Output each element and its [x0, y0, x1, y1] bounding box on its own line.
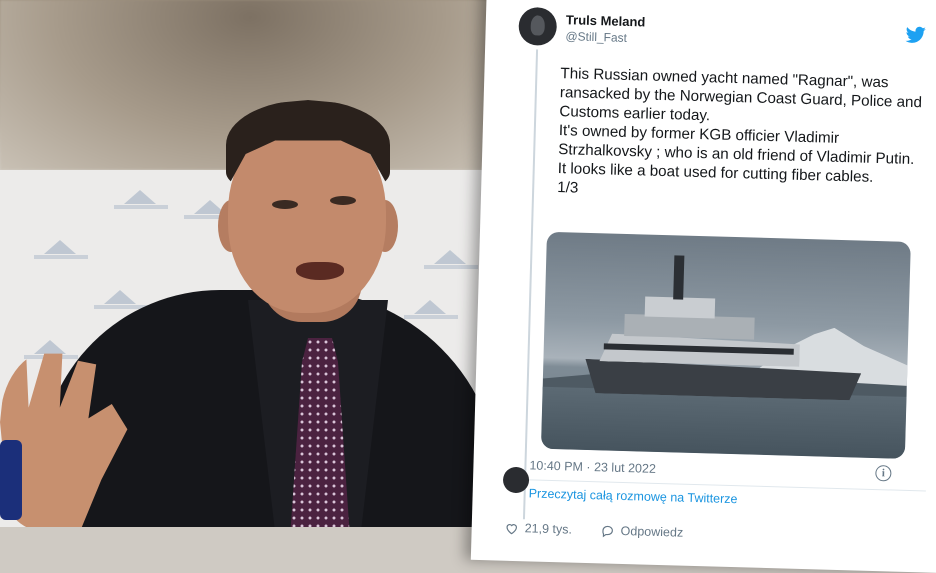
reply-icon: [602, 525, 613, 537]
press-photo: [0, 0, 500, 527]
banner-logo: [30, 240, 92, 260]
heart-icon: [506, 523, 517, 534]
tweet-paragraph: This Russian owned yacht named "Ragnar",…: [559, 65, 923, 125]
yacht-mast: [673, 255, 685, 300]
author-name[interactable]: Truls Meland: [566, 12, 646, 29]
man-eye: [330, 196, 356, 205]
reply-button[interactable]: Odpowiedz: [600, 523, 684, 540]
yacht-deck: [624, 313, 755, 340]
read-conversation-link[interactable]: Przeczytaj całą rozmowę na Twitterze: [528, 486, 737, 506]
banner-logo: [110, 190, 172, 210]
tweet-actions: 21,9 tys. Odpowiedz: [504, 521, 904, 552]
tweet-text: This Russian owned yacht named "Ragnar",…: [557, 64, 933, 207]
like-button[interactable]: 21,9 tys.: [505, 521, 573, 537]
microphone: [0, 440, 22, 520]
info-icon[interactable]: i: [875, 465, 892, 482]
sea: [540, 386, 907, 459]
author-handle[interactable]: @Still_Fast: [565, 29, 627, 45]
author-avatar[interactable]: [518, 6, 558, 46]
twitter-bird-icon[interactable]: [905, 26, 926, 45]
yacht-photo[interactable]: [540, 231, 911, 459]
man-eye: [272, 200, 298, 209]
man-mouth: [296, 262, 344, 280]
yacht-bridge: [644, 296, 716, 319]
thread-line: [522, 49, 539, 520]
banner-logo: [400, 300, 462, 320]
tweet-timestamp[interactable]: 10:40 PM · 23 lut 2022: [529, 458, 656, 476]
tweet-card: Truls Meland @Still_Fast This Russian ow…: [470, 0, 936, 573]
banner-logo: [420, 250, 482, 270]
reply-label: Odpowiedz: [620, 523, 684, 540]
like-count: 21,9 tys.: [524, 521, 573, 537]
